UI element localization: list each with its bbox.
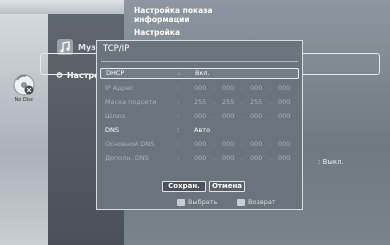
dhcp-row[interactable]: DHCP : Вкл.	[100, 68, 299, 79]
dot: .	[241, 140, 244, 148]
octet: 000	[250, 84, 263, 92]
octet: 000	[278, 112, 291, 120]
dns-value: Авто	[194, 126, 211, 134]
screen: No Disc Музыка Настройка Настройка показ…	[0, 0, 390, 245]
row-label: DNS	[105, 126, 119, 134]
gateway-field: 000 . 000 . 000 . 000	[194, 111, 294, 122]
dot: .	[241, 112, 244, 120]
row-colon: :	[177, 140, 180, 148]
octet: 000	[222, 84, 235, 92]
dot: .	[241, 84, 244, 92]
hint-return: Возврат	[237, 197, 276, 207]
dot: .	[269, 112, 272, 120]
gateway-row[interactable]: Шлюз : 000 . 000 . 000 . 000	[100, 111, 299, 122]
octet: 000	[194, 84, 207, 92]
secondary-dns-field: 000 . 000 . 000 . 000	[194, 153, 294, 164]
tcpip-dialog: TCP/IP DHCP : Вкл. IP Адрес : 000 . 000 …	[96, 40, 303, 210]
row-colon: :	[177, 84, 180, 92]
subnet-mask-field: 255 . 255 . 255 . 000	[194, 97, 294, 108]
octet: 000	[250, 112, 263, 120]
octet: 000	[194, 154, 207, 162]
octet: 000	[222, 154, 235, 162]
row-colon: :	[178, 69, 181, 77]
octet: 000	[250, 140, 263, 148]
row-label: Шлюз	[105, 112, 126, 120]
row-label: Маска подсети	[105, 98, 157, 106]
row-colon: :	[177, 112, 180, 120]
octet: 000	[278, 84, 291, 92]
dot: .	[213, 84, 216, 92]
dot: .	[213, 112, 216, 120]
enter-key-icon	[177, 198, 185, 206]
octet: 000	[278, 98, 291, 106]
dot: .	[213, 154, 216, 162]
submenu-item-display-line2[interactable]: информации	[134, 15, 190, 24]
octet: 255	[194, 98, 207, 106]
no-disc-label: No Disc	[14, 97, 34, 103]
primary-dns-field: 000 . 000 . 000 . 000	[194, 139, 294, 150]
row-colon: :	[177, 154, 180, 162]
subnet-mask-row[interactable]: Маска подсети : 255 . 255 . 255 . 000	[100, 97, 299, 108]
dialog-title: TCP/IP	[103, 44, 130, 54]
dot: .	[241, 98, 244, 106]
secondary-dns-row[interactable]: Дополн. DNS : 000 . 000 . 000 . 000	[100, 153, 299, 164]
octet: 000	[278, 154, 291, 162]
save-button[interactable]: Сохран.	[162, 181, 206, 192]
dot: .	[269, 84, 272, 92]
dot: .	[213, 140, 216, 148]
left-strip: No Disc	[0, 14, 48, 245]
octet: 000	[222, 140, 235, 148]
row-label: DHCP	[106, 69, 125, 77]
dot: .	[269, 154, 272, 162]
dot: .	[213, 98, 216, 106]
dns-row[interactable]: DNS : Авто	[100, 125, 299, 136]
dot: .	[269, 140, 272, 148]
octet: 255	[250, 98, 263, 106]
dot: .	[241, 154, 244, 162]
ip-address-row[interactable]: IP Адрес : 000 . 000 . 000 . 000	[100, 83, 299, 94]
row-label: IP Адрес	[105, 84, 134, 92]
primary-dns-row[interactable]: Основной DNS : 000 . 000 . 000 . 000	[100, 139, 299, 150]
octet: 000	[250, 154, 263, 162]
hint-return-label: Возврат	[248, 198, 276, 206]
dialog-divider	[101, 61, 298, 62]
return-key-icon	[237, 198, 245, 206]
row-label: Основной DNS	[105, 140, 155, 148]
cancel-button[interactable]: Отмена	[209, 181, 245, 192]
octet: 000	[194, 140, 207, 148]
row-colon: :	[177, 98, 180, 106]
row-label: Дополн. DNS	[105, 154, 149, 162]
ip-address-field: 000 . 000 . 000 . 000	[194, 83, 294, 94]
octet: 000	[222, 112, 235, 120]
no-disc-badge: No Disc	[9, 74, 39, 103]
hint-select: Выбрать	[177, 197, 217, 207]
submenu-item-display-line1[interactable]: Настройка показа	[134, 6, 213, 15]
hint-select-label: Выбрать	[188, 198, 218, 206]
dot: .	[269, 98, 272, 106]
octet: 255	[222, 98, 235, 106]
submenu-item-setup[interactable]: Настройка	[134, 28, 180, 37]
disc-icon	[13, 74, 35, 96]
row-colon: :	[177, 126, 180, 134]
octet: 000	[194, 112, 207, 120]
submenu-value: : Выкл.	[318, 158, 344, 166]
dhcp-value: Вкл.	[195, 69, 210, 77]
octet: 000	[278, 140, 291, 148]
